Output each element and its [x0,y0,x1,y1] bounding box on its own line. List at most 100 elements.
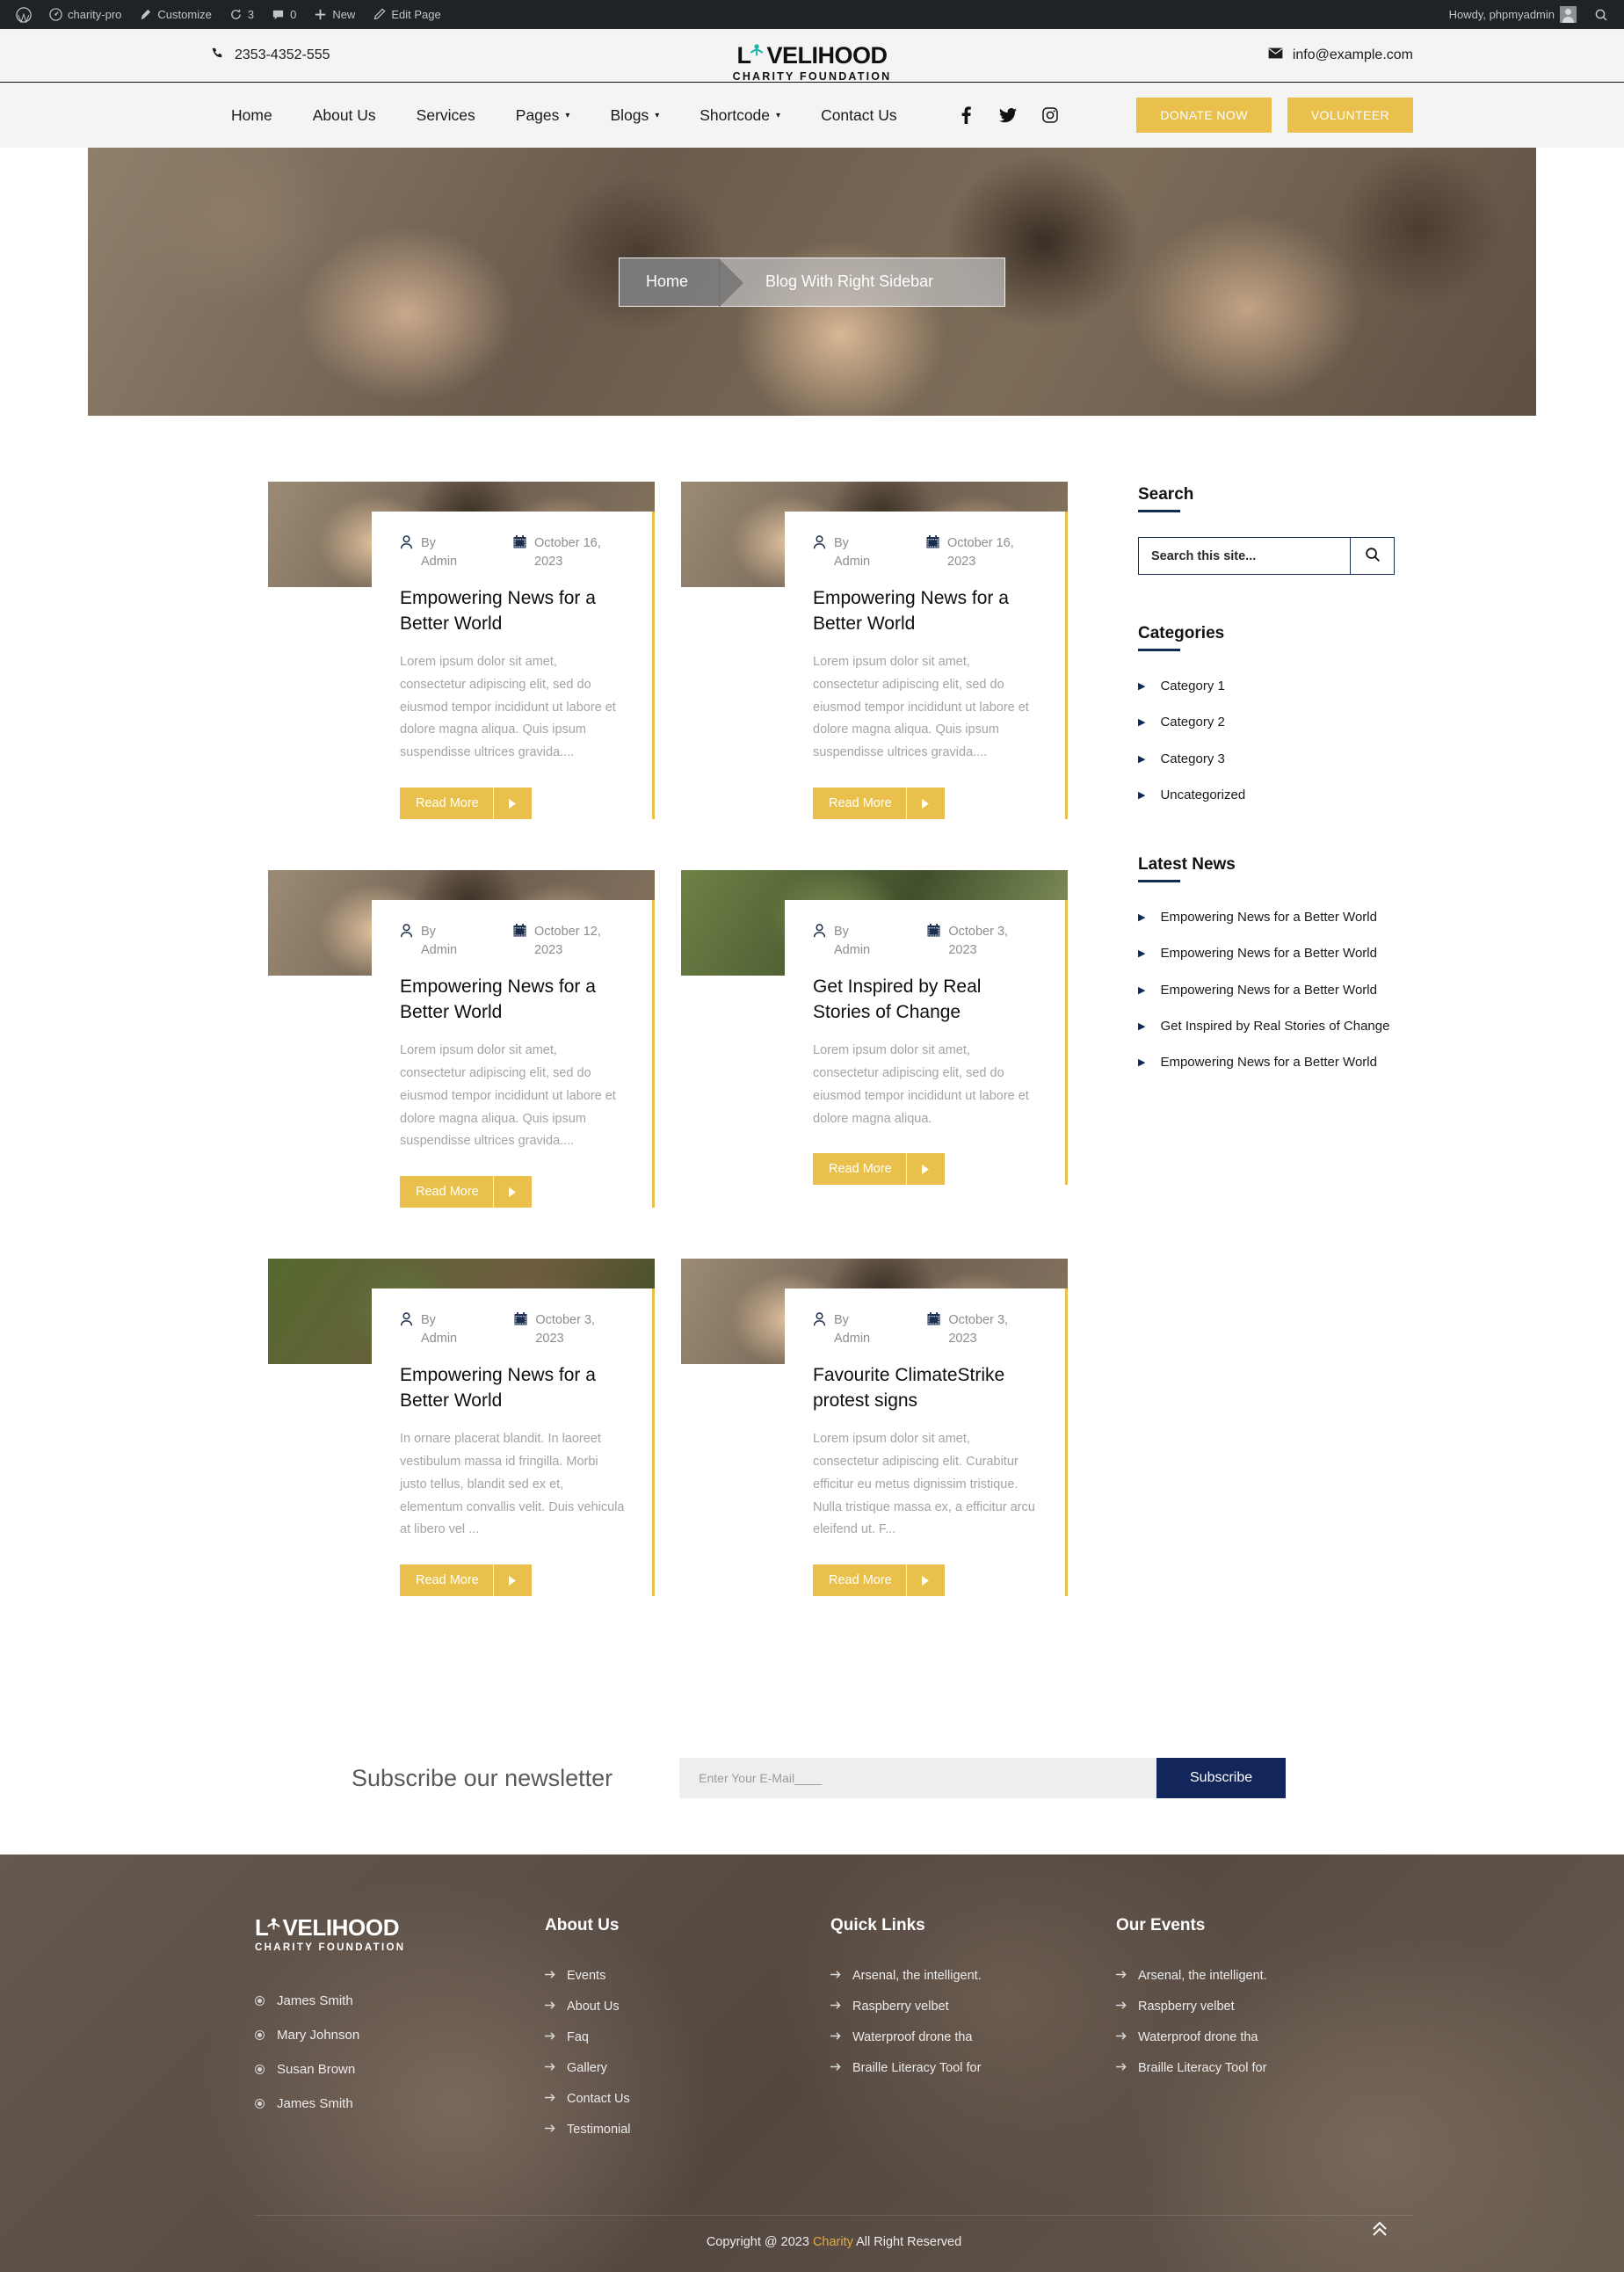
latest-news-item[interactable]: ▶ Empowering News for a Better World [1138,1052,1395,1073]
read-more-button[interactable]: Read More [400,788,532,820]
search-submit-button[interactable] [1350,538,1394,574]
footer-event-label: Arsenal, the intelligent. [1138,1969,1267,1984]
post-title[interactable]: Empowering News for a Better World [813,586,1039,637]
latest-news-item[interactable]: ▶ Empowering News for a Better World [1138,980,1395,1001]
footer-about-item[interactable]: Contact Us [545,2092,830,2106]
footer-name-item[interactable]: James Smith [255,1993,545,2008]
post-date: October 12, 2023 [513,923,626,959]
latest-news-item[interactable]: ▶ Empowering News for a Better World [1138,943,1395,964]
arrow-right-icon [1116,2030,1127,2044]
footer-quick-link-item[interactable]: Waterproof drone tha [830,2030,1116,2044]
updates-count: 3 [247,8,255,21]
logo-wordmark: L VELIHOOD [736,44,888,68]
post-title[interactable]: Get Inspired by Real Stories of Change [813,975,1039,1026]
footer-quick-link-item[interactable]: Braille Literacy Tool for [830,2061,1116,2075]
footer-quick-link-item[interactable]: Arsenal, the intelligent. [830,1969,1116,1983]
chevron-down-icon: ▾ [565,110,570,120]
wp-admin-bar: charity-pro Customize 3 0 New Edit Page … [0,0,1624,29]
subscribe-button[interactable]: Subscribe [1156,1758,1287,1799]
new-label: New [332,8,356,21]
footer-event-item[interactable]: Braille Literacy Tool for [1116,2061,1402,2075]
read-more-button[interactable]: Read More [813,788,945,820]
nav-item-pages[interactable]: Pages ▾ [496,106,591,125]
newsletter-section: Subscribe our newsletter Subscribe [0,1705,1624,1855]
category-item[interactable]: ▶ Category 1 [1138,676,1395,697]
footer-events-title: Our Events [1116,1916,1206,1935]
site-logo[interactable]: L VELIHOOD CHARITY FOUNDATION [733,44,892,83]
category-item[interactable]: ▶ Category 3 [1138,749,1395,770]
customize-menu[interactable]: Customize [130,0,220,29]
latest-news-item[interactable]: ▶ Get Inspired by Real Stories of Change [1138,1016,1395,1037]
read-more-button[interactable]: Read More [813,1564,945,1597]
footer-event-item[interactable]: Raspberry velbet [1116,2000,1402,2014]
footer-name-item[interactable]: Susan Brown [255,2062,545,2077]
read-more-label: Read More [416,796,479,811]
post-date-label: October 3, 2023 [948,1313,1009,1346]
category-item[interactable]: ▶ Uncategorized [1138,785,1395,806]
post-title[interactable]: Empowering News for a Better World [400,1363,626,1414]
nav-item-about-us[interactable]: About Us [293,106,396,125]
read-more-label: Read More [829,796,892,811]
newsletter-email-input[interactable] [679,1758,1156,1799]
site-name-menu[interactable]: charity-pro [40,0,130,29]
post-date: October 16, 2023 [513,534,626,570]
categories-widget-title: Categories [1138,624,1395,651]
edit-page-menu[interactable]: Edit Page [364,0,449,29]
donate-now-button[interactable]: DONATE NOW [1136,98,1272,133]
adminbar-search-button[interactable] [1585,0,1617,29]
facebook-icon[interactable] [957,106,975,124]
user-icon [400,923,413,944]
footer-event-item[interactable]: Waterproof drone tha [1116,2030,1402,2044]
user-icon [813,1311,826,1332]
footer-about-item[interactable]: Faq [545,2030,830,2044]
nav-menu: Home About Us Services Pages ▾ Blogs ▾ Sho… [211,106,917,125]
volunteer-button[interactable]: VOLUNTEER [1287,98,1413,133]
nav-item-contact-us[interactable]: Contact Us [801,106,917,125]
read-more-button[interactable]: Read More [400,1176,532,1209]
post-title[interactable]: Favourite ClimateStrike protest signs [813,1363,1039,1414]
footer-quick-link-item[interactable]: Raspberry velbet [830,2000,1116,2014]
nav-item-home[interactable]: Home [211,106,293,125]
updates-menu[interactable]: 3 [221,0,263,29]
wordpress-logo-menu[interactable] [7,0,40,29]
category-label: Category 3 [1160,751,1225,766]
copyright-brand-link[interactable]: Charity [813,2235,853,2249]
account-menu[interactable]: Howdy, phpmyadmin [1440,0,1585,29]
footer-name-label: Mary Johnson [277,2028,360,2043]
nav-item-blogs[interactable]: Blogs ▾ [590,106,679,125]
new-content-menu[interactable]: New [305,0,364,29]
footer-event-item[interactable]: Arsenal, the intelligent. [1116,1969,1402,1983]
instagram-icon[interactable] [1041,106,1059,124]
footer-quick-link-label: Waterproof drone tha [852,2030,973,2045]
search-input[interactable] [1139,538,1350,574]
footer-about-item[interactable]: About Us [545,2000,830,2014]
read-more-button[interactable]: Read More [400,1564,532,1597]
footer-name-item[interactable]: Mary Johnson [255,2028,545,2043]
post-author-label: By Admin [834,1313,871,1346]
arrow-right-icon [545,2123,556,2137]
comments-menu[interactable]: 0 [263,0,305,29]
nav-item-services[interactable]: Services [396,106,496,125]
footer-about-item[interactable]: Gallery [545,2061,830,2075]
nav-label: Blogs [610,105,649,124]
scroll-to-top-button[interactable] [1371,2219,1388,2242]
phone-number: 2353-4352-555 [235,47,330,62]
category-item[interactable]: ▶ Category 2 [1138,712,1395,733]
twitter-icon[interactable] [999,106,1018,124]
footer-about-item[interactable]: Testimonial [545,2123,830,2137]
email-block[interactable]: info@example.com [812,47,1413,63]
footer-about-item[interactable]: Events [545,1969,830,1983]
post-title[interactable]: Empowering News for a Better World [400,586,626,637]
post-excerpt: Lorem ipsum dolor sit amet, consectetur … [813,1432,1035,1537]
person-icon [267,1918,282,1937]
footer-name-item[interactable]: James Smith [255,2096,545,2111]
post-title[interactable]: Empowering News for a Better World [400,975,626,1026]
edit-page-label: Edit Page [391,8,441,21]
read-more-button[interactable]: Read More [813,1153,945,1186]
breadcrumb-home-link[interactable]: Home [620,258,744,308]
phone-block[interactable]: 2353-4352-555 [211,47,812,65]
latest-news-item[interactable]: ▶ Empowering News for a Better World [1138,907,1395,928]
nav-item-shortcode[interactable]: Shortcode ▾ [679,106,801,125]
person-icon [750,44,766,65]
footer-about-label: Testimonial [567,2123,631,2138]
